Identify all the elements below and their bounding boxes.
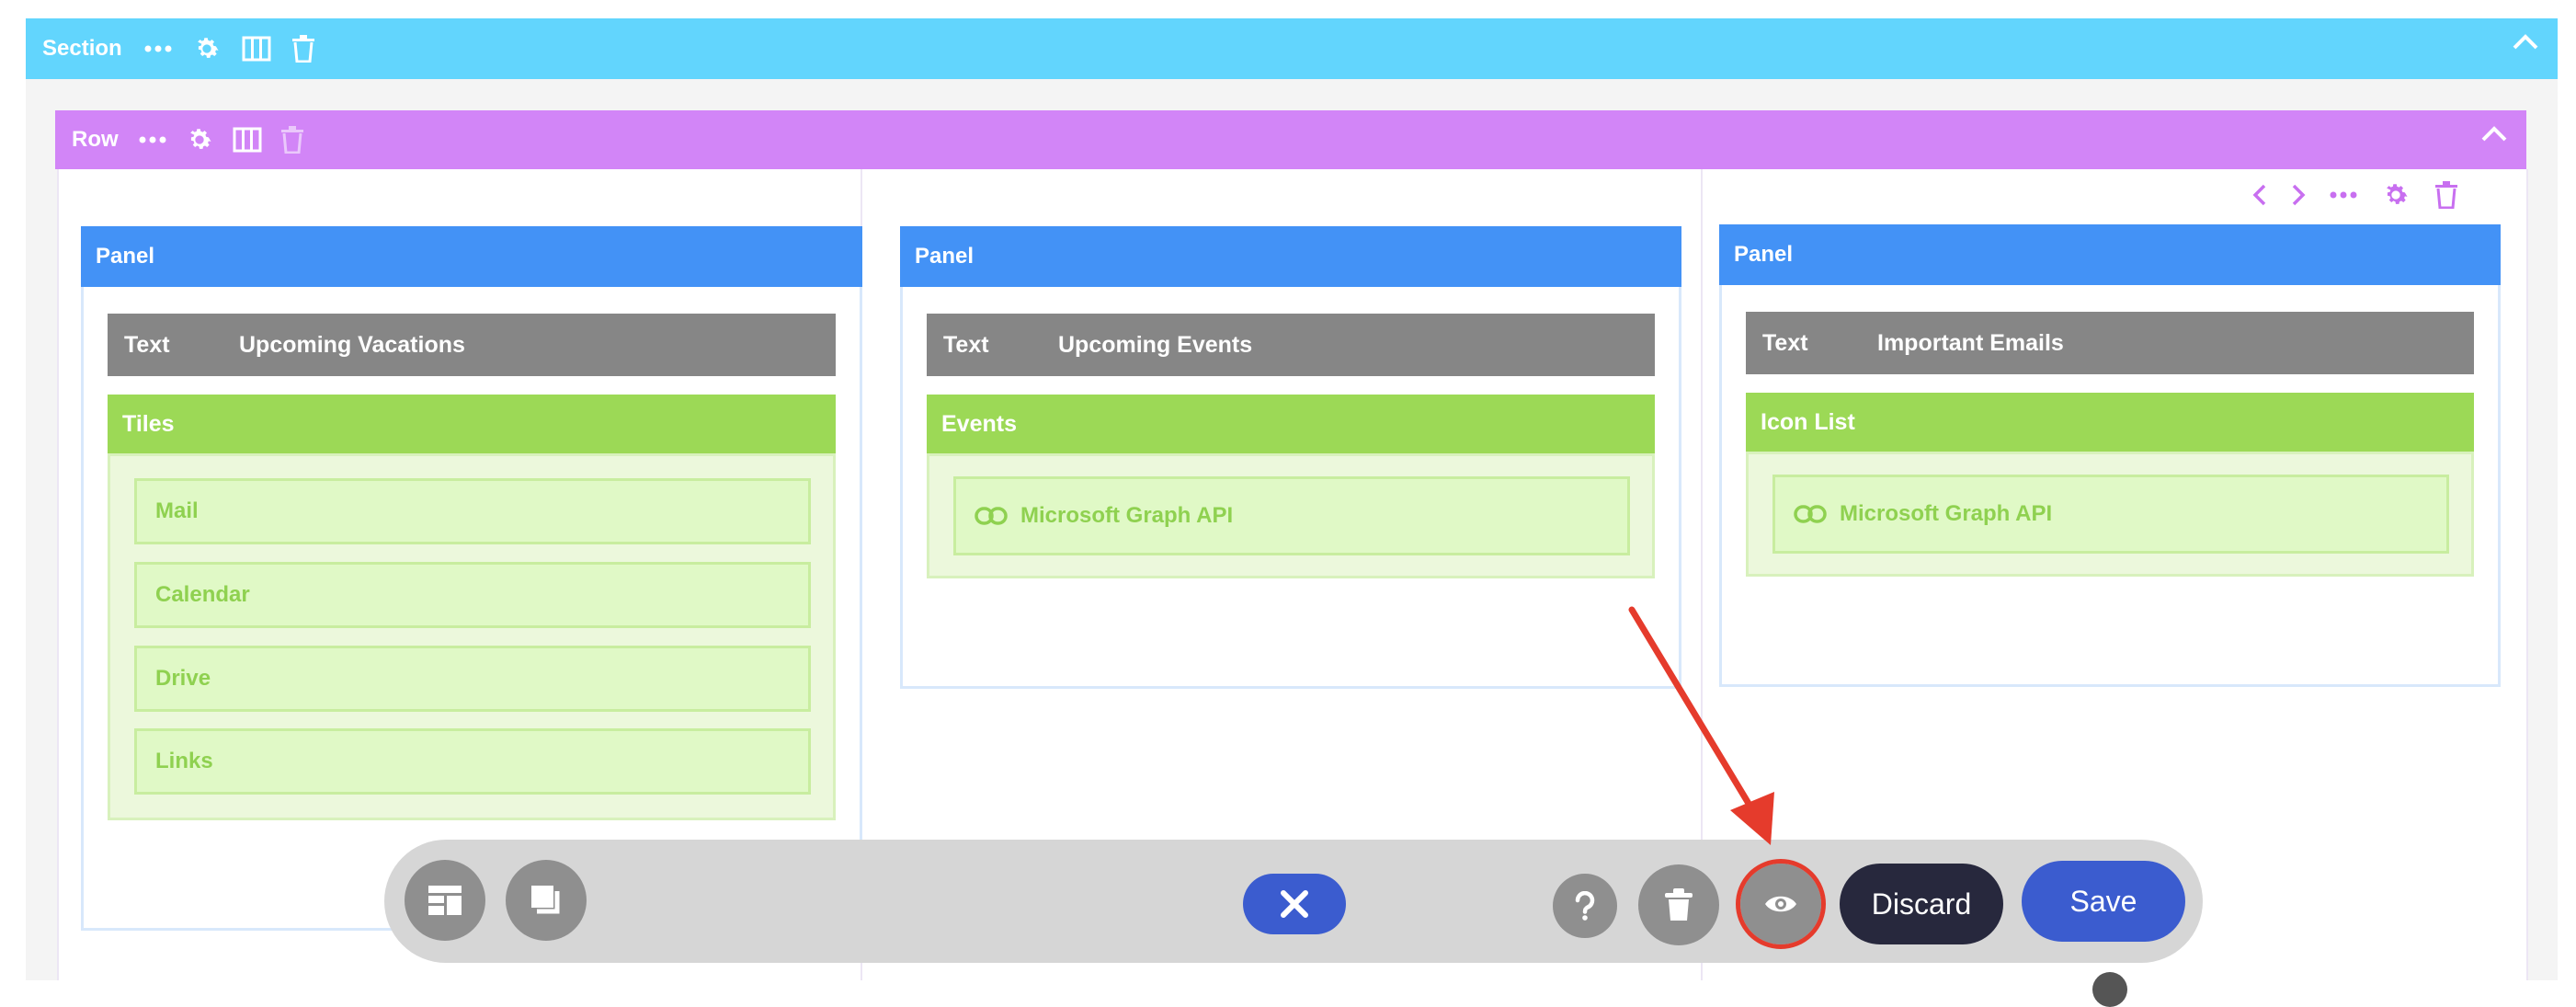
chevron-left-icon[interactable] bbox=[2252, 183, 2267, 207]
chevron-up-icon[interactable] bbox=[2480, 125, 2508, 143]
panel-header[interactable]: Panel bbox=[900, 226, 1681, 287]
events-module-header[interactable]: Events bbox=[927, 395, 1655, 453]
trash-icon[interactable] bbox=[2434, 181, 2458, 209]
tile-mail[interactable]: Mail bbox=[134, 478, 811, 544]
tiles-module-header[interactable]: Tiles bbox=[108, 395, 836, 453]
duplicate-icon bbox=[528, 882, 564, 919]
save-button[interactable]: Save bbox=[2022, 861, 2185, 942]
text-module-value: Important Emails bbox=[1877, 330, 2064, 356]
layout-button[interactable] bbox=[405, 860, 485, 941]
link-icon bbox=[975, 506, 1008, 526]
close-icon bbox=[1279, 888, 1310, 920]
panel-header[interactable]: Panel bbox=[81, 226, 862, 287]
icon-list-module-header[interactable]: Icon List bbox=[1746, 393, 2474, 452]
trash-icon[interactable] bbox=[280, 126, 304, 154]
columns-icon[interactable] bbox=[233, 127, 262, 153]
tile-drive[interactable]: Drive bbox=[134, 646, 811, 712]
panel-vacations[interactable]: Panel Text Upcoming Vacations Tiles Mail… bbox=[81, 226, 862, 931]
text-module-label: Text bbox=[1762, 330, 1808, 356]
tiles-module-body: Mail Calendar Drive Links bbox=[108, 453, 836, 820]
gear-icon[interactable] bbox=[2381, 180, 2411, 210]
trash-icon[interactable] bbox=[291, 35, 315, 63]
duplicate-button[interactable] bbox=[506, 860, 587, 941]
text-module-label: Text bbox=[124, 332, 170, 358]
graph-api-link[interactable]: Microsoft Graph API bbox=[953, 476, 1630, 555]
events-module-body: Microsoft Graph API bbox=[927, 453, 1655, 578]
text-module[interactable]: Text Upcoming Vacations bbox=[108, 314, 836, 376]
tile-calendar[interactable]: Calendar bbox=[134, 562, 811, 628]
chevron-right-icon[interactable] bbox=[2291, 183, 2306, 207]
discard-button[interactable]: Discard bbox=[1840, 864, 2003, 944]
tile-links[interactable]: Links bbox=[134, 728, 811, 795]
help-icon bbox=[1574, 891, 1596, 921]
columns-icon[interactable] bbox=[242, 36, 271, 62]
link-icon bbox=[1794, 504, 1827, 524]
panel-emails[interactable]: Panel Text Important Emails Icon List Mi… bbox=[1719, 224, 2501, 687]
annotation-highlight-ring bbox=[1736, 859, 1826, 949]
text-module-label: Text bbox=[943, 332, 989, 358]
close-editor-button[interactable] bbox=[1243, 874, 1346, 934]
text-module-value: Upcoming Events bbox=[1058, 332, 1253, 358]
text-module[interactable]: Text Upcoming Events bbox=[927, 314, 1655, 376]
delete-button[interactable] bbox=[1638, 864, 1719, 945]
row-toolbar: Row bbox=[55, 110, 2526, 169]
bottom-scroll-dot bbox=[2092, 972, 2127, 1007]
row-label: Row bbox=[72, 127, 119, 152]
more-icon[interactable] bbox=[2330, 191, 2357, 199]
column-toolbar bbox=[2252, 180, 2482, 210]
graph-api-label: Microsoft Graph API bbox=[1840, 501, 2053, 526]
chevron-up-icon[interactable] bbox=[2512, 33, 2539, 51]
text-module[interactable]: Text Important Emails bbox=[1746, 312, 2474, 374]
annotation-arrow-icon bbox=[1628, 606, 1774, 845]
section-label: Section bbox=[42, 36, 122, 61]
more-icon[interactable] bbox=[139, 136, 166, 143]
graph-api-label: Microsoft Graph API bbox=[1020, 503, 1234, 528]
more-icon[interactable] bbox=[144, 45, 172, 52]
trash-icon bbox=[1663, 887, 1694, 922]
help-button[interactable] bbox=[1553, 874, 1617, 938]
layout-icon bbox=[427, 882, 463, 919]
panel-events[interactable]: Panel Text Upcoming Events Events Micros… bbox=[900, 226, 1681, 689]
section-toolbar: Section bbox=[26, 18, 2558, 79]
graph-api-link[interactable]: Microsoft Graph API bbox=[1772, 475, 2449, 554]
text-module-value: Upcoming Vacations bbox=[239, 332, 465, 358]
gear-icon[interactable] bbox=[192, 34, 222, 63]
icon-list-module-body: Microsoft Graph API bbox=[1746, 452, 2474, 577]
gear-icon[interactable] bbox=[185, 125, 214, 154]
panel-header[interactable]: Panel bbox=[1719, 224, 2501, 285]
